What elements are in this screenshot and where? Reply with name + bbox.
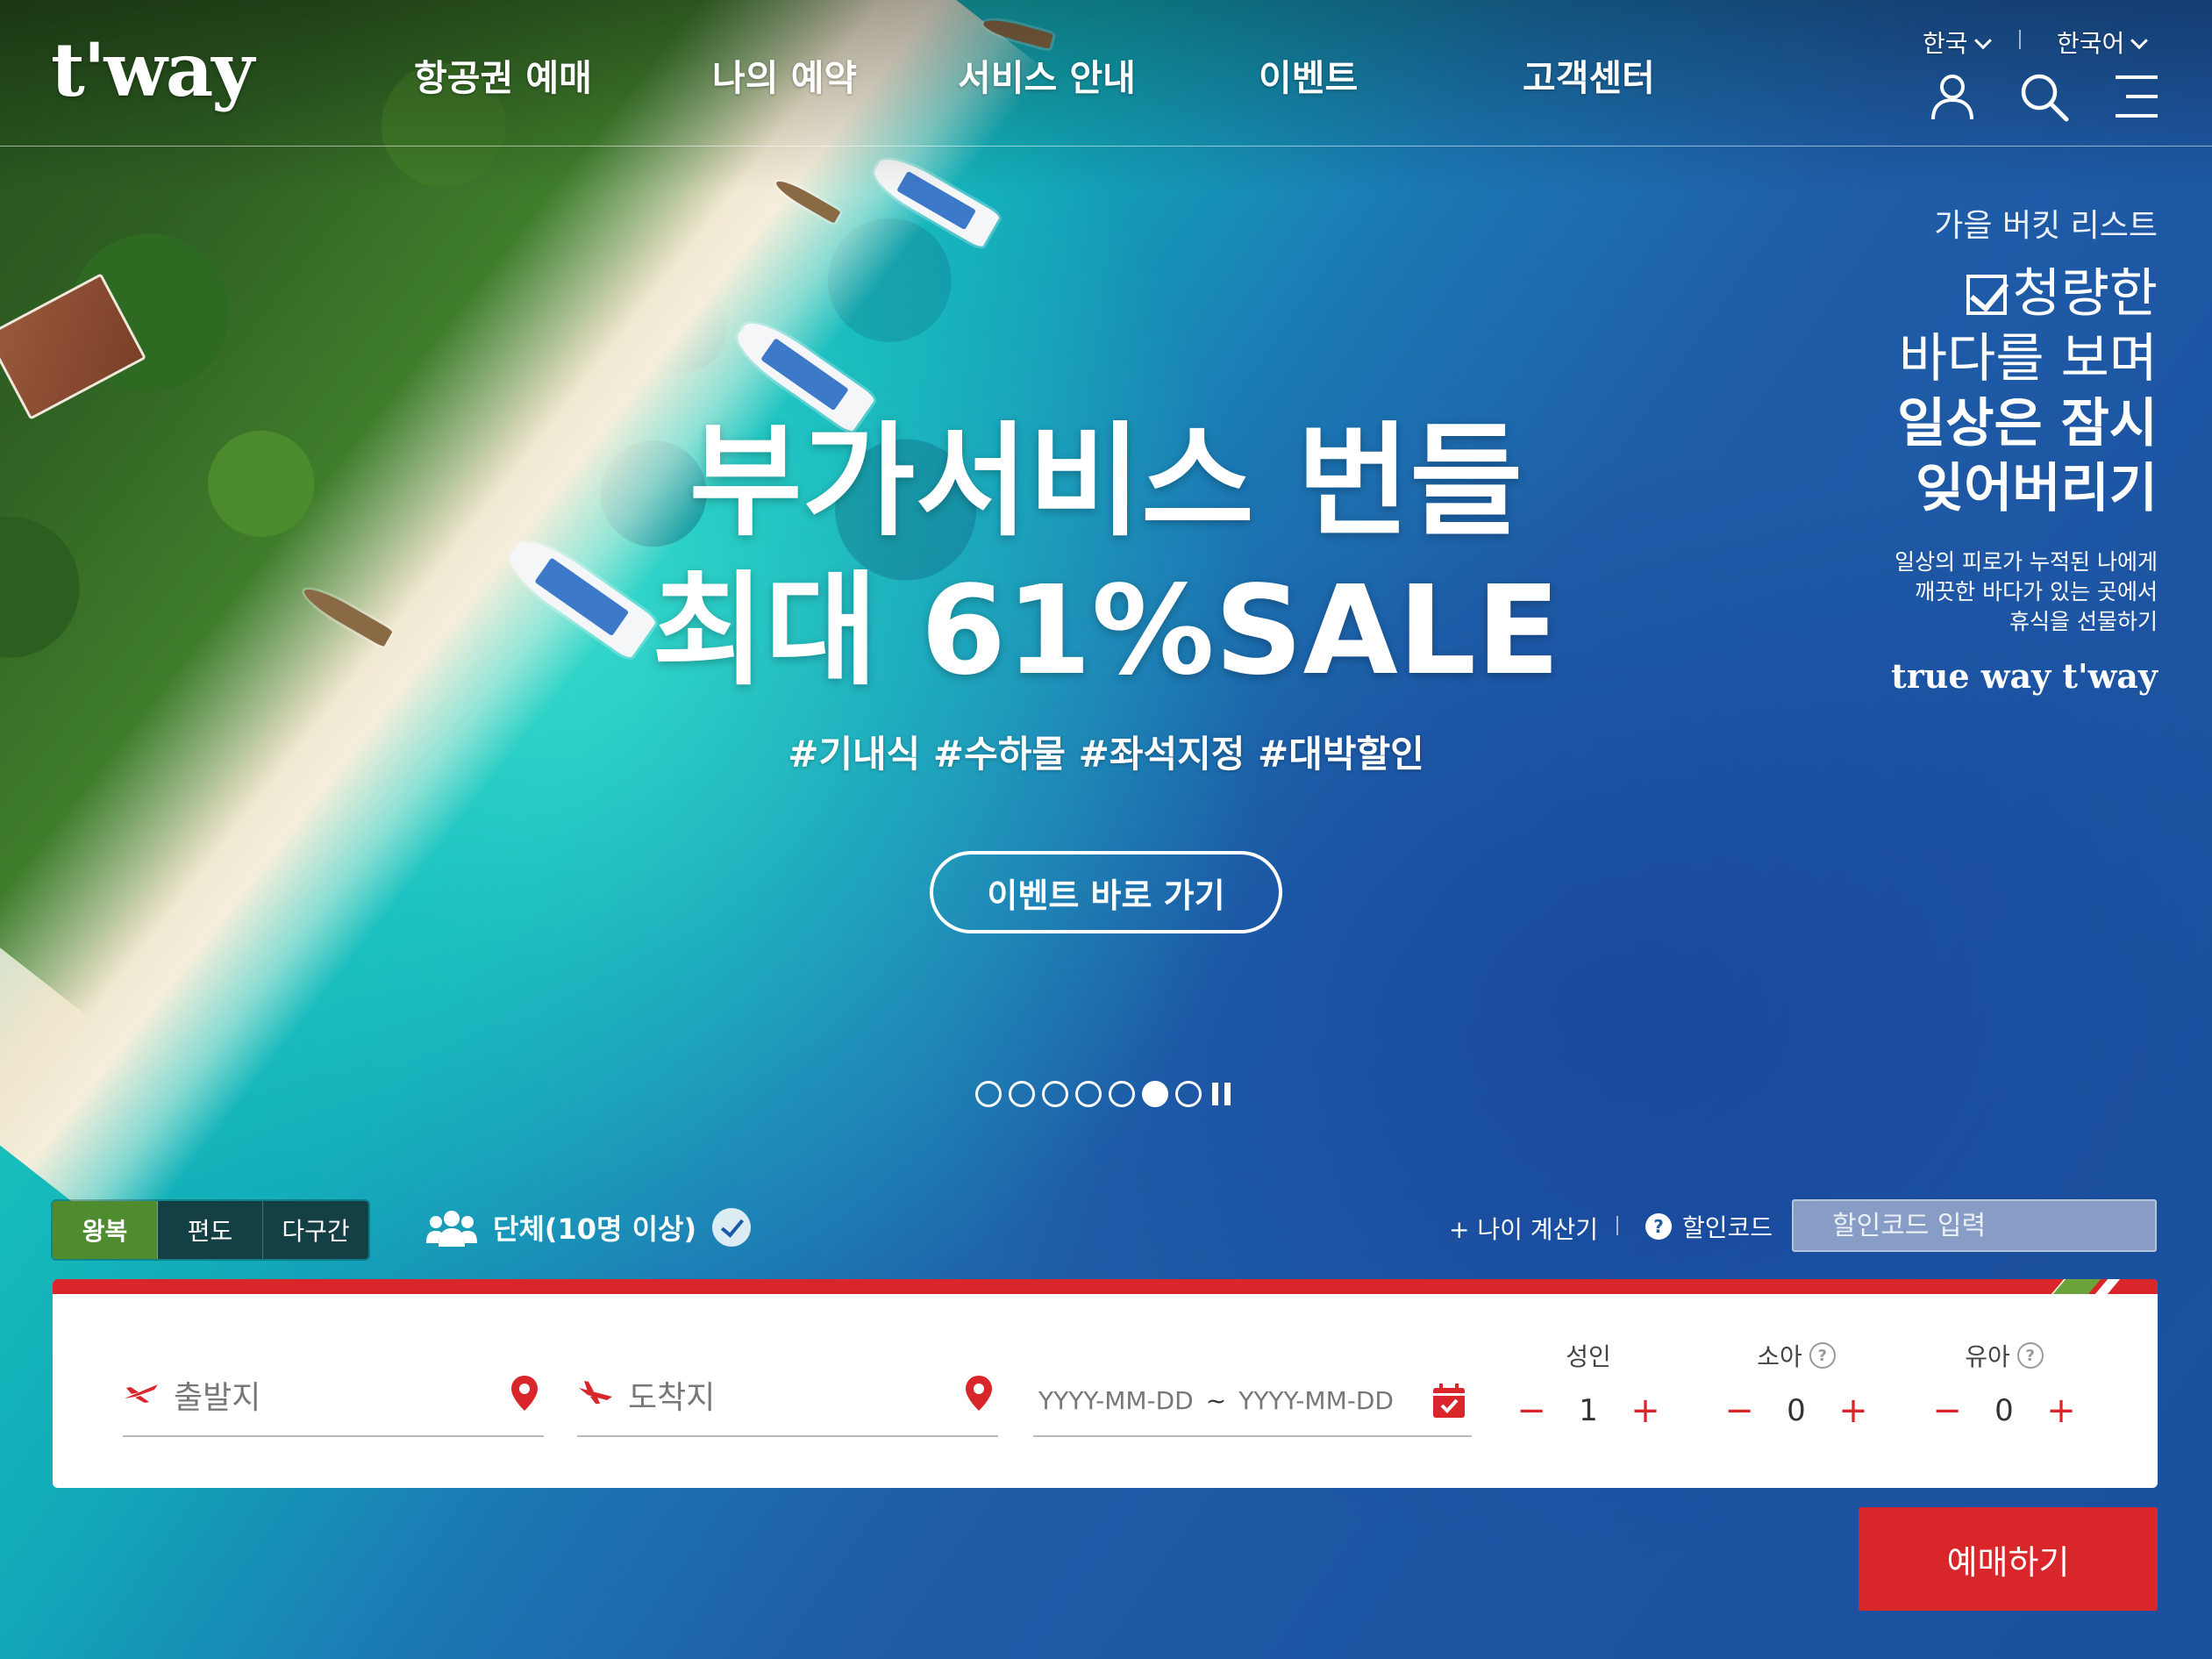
slide-dot[interactable] [1042, 1081, 1068, 1107]
search-icon[interactable] [2017, 70, 2070, 123]
nav-customer-center[interactable]: 고객센터 [1523, 48, 1655, 101]
destination-placeholder: 도착지 [628, 1380, 716, 1416]
user-icon[interactable] [1926, 70, 1979, 123]
slide-dot[interactable] [1109, 1081, 1135, 1107]
infant-decrement-button[interactable]: − [1930, 1393, 1965, 1428]
promo-code-input[interactable] [1792, 1199, 2157, 1252]
checkbox-checked-icon [1966, 275, 2008, 315]
card-accent-stripe [53, 1279, 2158, 1294]
tab-round-trip[interactable]: 왕복 [53, 1201, 158, 1259]
help-icon[interactable]: ? [1645, 1213, 1672, 1240]
takeoff-plane-icon [125, 1384, 158, 1403]
adult-stepper: − 1 + [1514, 1393, 1663, 1428]
destination-field[interactable]: 도착지 [577, 1365, 998, 1437]
divider [2019, 30, 2021, 49]
check-circle-icon[interactable] [712, 1208, 752, 1247]
date-separator: ~ [1205, 1386, 1227, 1415]
hero-headline-sale: 최대 61%SALE [652, 560, 1560, 703]
adult-decrement-button[interactable]: − [1514, 1393, 1549, 1428]
promo-code-label: 할인코드 [1682, 1213, 1773, 1242]
site-header: t'way 항공권 예매 나의 예약 서비스 안내 이벤트 고객센터 한국 한국… [0, 0, 2212, 147]
promo-code-label-wrap: ? 할인코드 [1645, 1209, 1773, 1244]
infant-count: 0 [1994, 1393, 2014, 1428]
return-date-placeholder: YYYY-MM-DD [1238, 1386, 1394, 1415]
logo[interactable]: t'way [51, 26, 254, 113]
tab-one-way[interactable]: 편도 [158, 1201, 263, 1259]
group-people-icon [426, 1211, 477, 1247]
side-kicker: 가을 버킷 리스트 [1934, 208, 2158, 244]
region-label: 한국 [1923, 29, 1968, 58]
menu-icon[interactable] [2109, 70, 2161, 123]
nav-service-info[interactable]: 서비스 안내 [958, 48, 1136, 101]
travel-dates-field[interactable]: YYYY-MM-DD ~ YYYY-MM-DD [1033, 1365, 1472, 1437]
child-count: 0 [1787, 1393, 1806, 1428]
book-button[interactable]: 예매하기 [1859, 1507, 2158, 1611]
nav-flight-booking[interactable]: 항공권 예매 [414, 48, 592, 101]
origin-placeholder: 출발지 [174, 1380, 261, 1416]
nav-my-reservation[interactable]: 나의 예약 [712, 48, 857, 101]
divider [1616, 1216, 1618, 1235]
departure-date-placeholder: YYYY-MM-DD [1038, 1386, 1194, 1415]
origin-field[interactable]: 출발지 [123, 1365, 544, 1437]
side-line: 바다를 보며 [1898, 328, 2158, 390]
infant-stepper: − 0 + [1930, 1393, 2079, 1428]
language-select[interactable]: 한국어 [2057, 25, 2149, 60]
adult-count: 1 [1579, 1393, 1598, 1428]
slide-dot[interactable] [1075, 1081, 1102, 1107]
language-label: 한국어 [2057, 29, 2125, 58]
child-increment-button[interactable]: + [1836, 1393, 1871, 1428]
chevron-down-icon [2130, 32, 2149, 50]
adult-passenger-counter: 성인 − 1 + [1514, 1337, 1663, 1428]
infant-passenger-counter: 유아 ? − 0 + [1930, 1337, 2079, 1428]
event-cta-button[interactable]: 이벤트 바로 가기 [930, 851, 1282, 933]
region-select[interactable]: 한국 [1923, 25, 1992, 60]
hero-hashtags: #기내식 #수하물 #좌석지정 #대박할인 [788, 733, 1424, 776]
chevron-down-icon [1973, 32, 1992, 50]
infant-label: 유아 [1965, 1342, 2010, 1371]
tab-multi-city[interactable]: 다구간 [263, 1201, 368, 1259]
adult-label: 성인 [1566, 1342, 1611, 1371]
slide-dot-active[interactable] [1142, 1081, 1168, 1107]
infant-increment-button[interactable]: + [2044, 1393, 2079, 1428]
side-line: 청량한 [1789, 261, 2158, 326]
calendar-icon [1433, 1384, 1465, 1418]
slider-pagination [975, 1081, 1231, 1107]
booking-form: 출발지 도착지 YYYY-MM-DD ~ YYYY-MM-DD 성인 − 1 +… [53, 1279, 2158, 1488]
location-pin-icon [966, 1376, 992, 1411]
child-label: 소아 [1757, 1342, 1802, 1371]
slide-dot[interactable] [1175, 1081, 1202, 1107]
slide-dot[interactable] [1009, 1081, 1035, 1107]
adult-increment-button[interactable]: + [1628, 1393, 1663, 1428]
landing-plane-icon [579, 1381, 612, 1404]
age-calculator-link[interactable]: + 나이 계산기 [1449, 1211, 1598, 1246]
child-passenger-counter: 소아 ? − 0 + [1722, 1337, 1871, 1428]
help-icon[interactable]: ? [1809, 1342, 1836, 1369]
child-decrement-button[interactable]: − [1722, 1393, 1757, 1428]
help-icon[interactable]: ? [2016, 1342, 2044, 1369]
hero-headline: 부가서비스 번들 [689, 411, 1523, 554]
group-booking-toggle[interactable]: 단체(10명 이상) [426, 1207, 752, 1248]
slide-dot[interactable] [975, 1081, 1002, 1107]
child-stepper: − 0 + [1722, 1393, 1871, 1428]
nav-events[interactable]: 이벤트 [1259, 48, 1358, 101]
pause-icon[interactable] [1212, 1083, 1231, 1105]
group-label: 단체(10명 이상) [493, 1212, 697, 1246]
trip-type-tabs: 왕복 편도 다구간 [51, 1199, 370, 1261]
location-pin-icon [511, 1376, 538, 1411]
